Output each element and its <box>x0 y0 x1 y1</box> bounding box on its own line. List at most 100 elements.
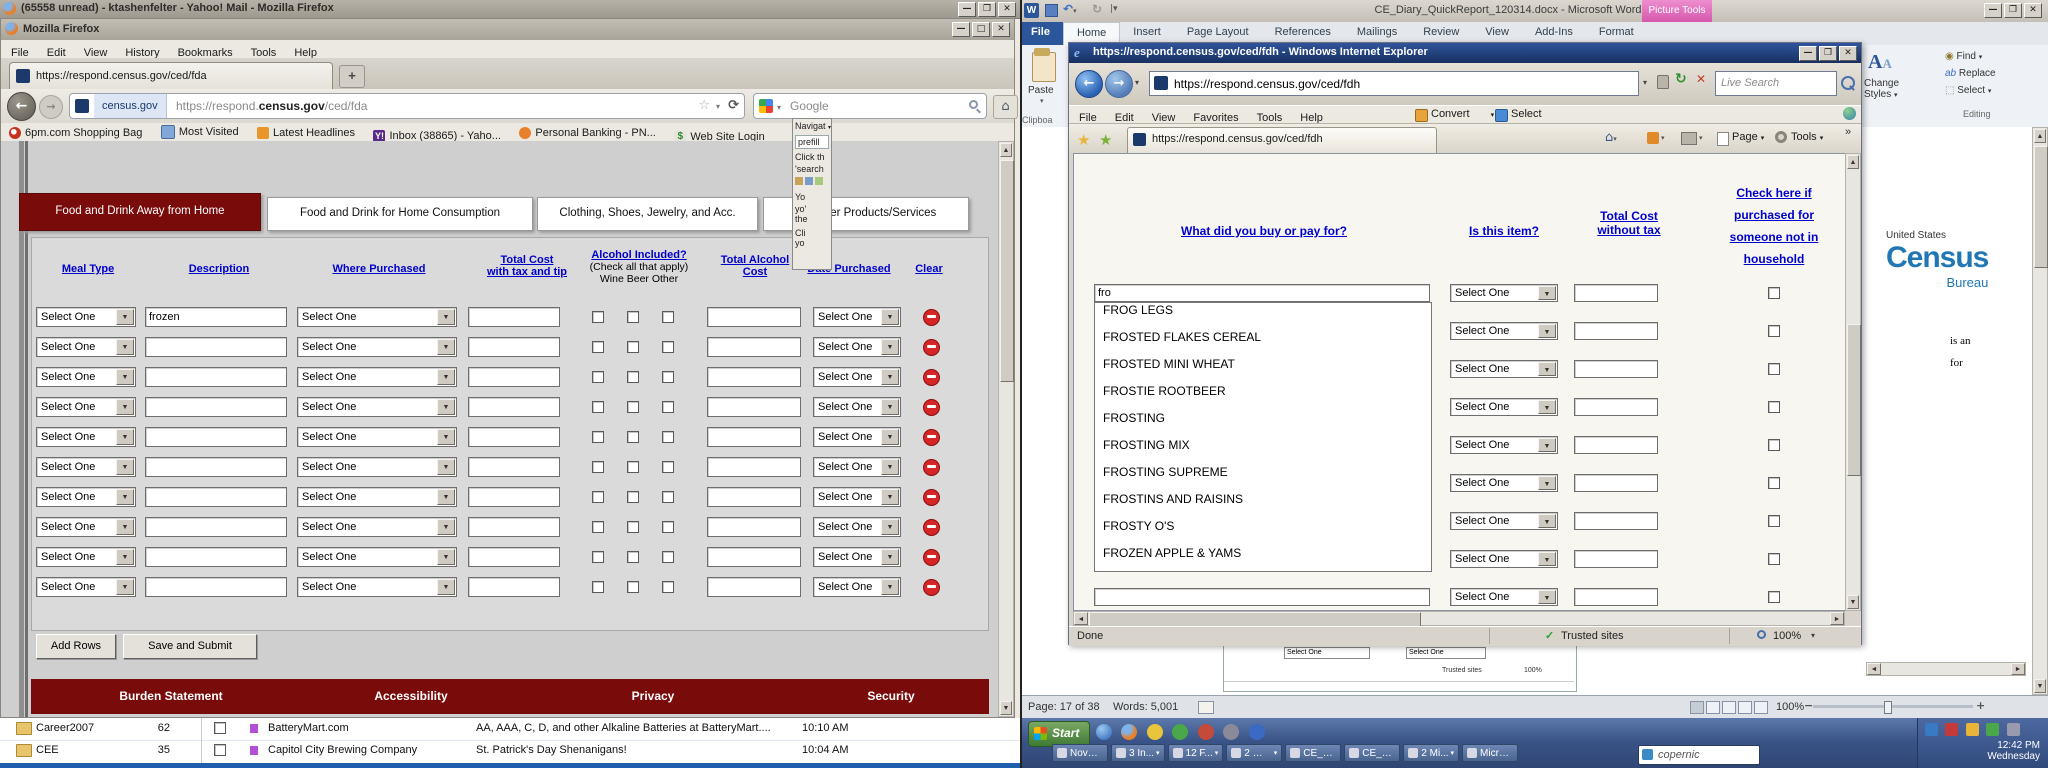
tray-icon[interactable] <box>1925 723 1938 736</box>
message-checkbox[interactable] <box>214 744 226 756</box>
purchased-for-other-checkbox[interactable] <box>1768 553 1780 565</box>
total-cost-input[interactable] <box>468 517 560 537</box>
total-cost-input[interactable] <box>468 457 560 477</box>
folder-name[interactable]: CEE <box>36 744 59 756</box>
description-input[interactable] <box>145 577 287 597</box>
word-count[interactable]: Words: 5,001 <box>1113 701 1178 713</box>
scroll-right-icon[interactable]: ► <box>1830 612 1844 625</box>
view-buttons[interactable] <box>1690 701 1768 717</box>
meal-type-select[interactable]: Select One▼ <box>36 427 136 447</box>
history-caret-icon[interactable]: ▾ <box>1135 78 1139 87</box>
quicklaunch-icon[interactable] <box>1249 724 1265 740</box>
taskbar-window-button[interactable]: CE_Di... <box>1285 744 1341 762</box>
alcohol-cost-input[interactable] <box>707 367 801 387</box>
col-header-what-did-you-buy[interactable]: What did you buy or pay for? <box>1134 224 1394 238</box>
message-sender[interactable]: Capitol City Brewing Company <box>268 744 448 756</box>
total-cost-input[interactable] <box>1574 474 1658 492</box>
clear-row-icon[interactable] <box>923 489 940 506</box>
site-identity-chip[interactable]: census.gov <box>94 94 167 118</box>
scroll-left-icon[interactable]: ◄ <box>1867 663 1881 675</box>
col-header-where-purchased[interactable]: Where Purchased <box>299 263 459 275</box>
autocomplete-suggestion[interactable]: FROSTING SUPREME <box>1095 465 1431 492</box>
alcohol-cost-input[interactable] <box>707 397 801 417</box>
description-input[interactable] <box>145 307 287 327</box>
refresh-icon[interactable]: ↻ <box>1675 71 1687 87</box>
word-window-buttons[interactable]: —❐✕ <box>1982 3 2042 21</box>
word-titlebar[interactable]: W ↶▾ ↻ |▾ CE_Diary_QuickReport_120314.do… <box>1018 0 2048 23</box>
proofing-book-icon[interactable] <box>1198 701 1214 714</box>
meal-type-select[interactable]: Select One▼ <box>36 547 136 567</box>
beer-checkbox[interactable] <box>627 461 639 473</box>
total-cost-input[interactable] <box>1574 550 1658 568</box>
paste-icon[interactable] <box>1032 52 1056 82</box>
address-url[interactable]: https://respond.census.gov/ced/fdh <box>1174 77 1360 91</box>
date-purchased-select[interactable]: Select One▼ <box>813 337 901 357</box>
address-caret-icon[interactable]: ▾ <box>1643 78 1647 87</box>
fullscreen-view-icon[interactable] <box>1706 701 1720 714</box>
autocomplete-suggestion[interactable]: FROSTINS AND RAISINS <box>1095 492 1431 519</box>
web-view-icon[interactable] <box>1722 701 1736 714</box>
other-checkbox[interactable] <box>662 461 674 473</box>
new-tab-button[interactable]: + <box>339 65 365 88</box>
beer-checkbox[interactable] <box>627 521 639 533</box>
bookmark-6pm[interactable]: 6pm.com Shopping Bag <box>9 127 142 139</box>
autocomplete-suggestion[interactable]: FROSTY O'S <box>1095 519 1431 546</box>
meal-type-select[interactable]: Select One▼ <box>36 337 136 357</box>
save-and-submit-button[interactable]: Save and Submit <box>123 634 257 659</box>
wine-checkbox[interactable] <box>592 371 604 383</box>
is-this-item-select[interactable]: Select One▼ <box>1450 322 1558 340</box>
bookmark-personal-banking[interactable]: Personal Banking - PN... <box>519 127 655 139</box>
footer-privacy[interactable]: Privacy <box>593 689 713 703</box>
total-cost-input[interactable] <box>468 397 560 417</box>
scroll-up-icon[interactable]: ▲ <box>1847 155 1859 169</box>
zoom-slider-thumb[interactable] <box>1884 701 1892 714</box>
wine-checkbox[interactable] <box>592 581 604 593</box>
meal-type-select[interactable]: Select One▼ <box>36 457 136 477</box>
beer-checkbox[interactable] <box>627 371 639 383</box>
add-rows-button[interactable]: Add Rows <box>36 634 116 659</box>
total-cost-input[interactable] <box>1574 322 1658 340</box>
autocomplete-suggestion[interactable]: FROG LEGS <box>1095 303 1431 330</box>
wine-checkbox[interactable] <box>592 311 604 323</box>
where-purchased-select[interactable]: Select One▼ <box>297 307 457 327</box>
tray-icon[interactable] <box>1986 723 1999 736</box>
toolbar-icon[interactable] <box>815 177 823 185</box>
col-header-check-here[interactable]: Check here ifpurchased forsomeone not in… <box>1719 182 1829 270</box>
wine-checkbox[interactable] <box>592 521 604 533</box>
save-icon[interactable] <box>1045 4 1058 17</box>
taskbar-window-button[interactable]: 12 F...▾ <box>1168 744 1224 762</box>
firefox-tab-label[interactable]: https://respond.census.gov/ced/fda <box>36 70 322 82</box>
ie-quicklaunch-icon[interactable] <box>1096 724 1112 740</box>
autocomplete-suggestion[interactable]: FROSTED MINI WHEAT <box>1095 357 1431 384</box>
find-button[interactable]: ◉ Find ▾ <box>1945 51 1982 62</box>
col-header-total-cost[interactable]: Total Costwithout tax <box>1579 209 1679 237</box>
back-icon[interactable]: ← <box>1075 70 1103 98</box>
other-checkbox[interactable] <box>662 491 674 503</box>
doc-embedded-image[interactable]: Select One Select One Trusted sites 100% <box>1223 642 1577 692</box>
maximize-icon[interactable]: ❐ <box>1819 46 1837 61</box>
page-indicator[interactable]: Page: 17 of 38 <box>1028 701 1100 713</box>
footer-security[interactable]: Security <box>831 689 951 703</box>
scrollbar-thumb[interactable] <box>1847 324 1861 476</box>
copernic-search-box[interactable]: copernic <box>1638 745 1760 765</box>
close-icon[interactable]: ✕ <box>2024 3 2042 18</box>
description-input[interactable] <box>145 427 287 447</box>
paste-caret-icon[interactable]: ▾ <box>1040 97 1044 105</box>
search-engine-caret-icon[interactable]: ▾ <box>777 103 781 112</box>
scroll-up-icon[interactable]: ▲ <box>2034 129 2046 143</box>
tray-icon[interactable] <box>1966 723 1979 736</box>
home-icon[interactable]: ⌂ <box>993 95 1018 119</box>
add-favorite-icon[interactable]: ★ <box>1099 131 1112 149</box>
close-icon[interactable]: ✕ <box>1839 46 1857 61</box>
zoom-slider[interactable] <box>1813 705 1973 708</box>
taskbar-window-button[interactable]: 2 Mi...▾ <box>1403 744 1459 762</box>
alcohol-cost-input[interactable] <box>707 337 801 357</box>
is-this-item-select[interactable]: Select One▼ <box>1450 360 1558 378</box>
where-purchased-select[interactable]: Select One▼ <box>297 487 457 507</box>
clear-row-icon[interactable] <box>923 519 940 536</box>
maximize-icon[interactable]: □ <box>972 22 990 37</box>
ie-hscrollbar[interactable]: ◄ ► <box>1073 611 1845 626</box>
wine-checkbox[interactable] <box>592 551 604 563</box>
other-checkbox[interactable] <box>662 341 674 353</box>
alcohol-cost-input[interactable] <box>707 517 801 537</box>
